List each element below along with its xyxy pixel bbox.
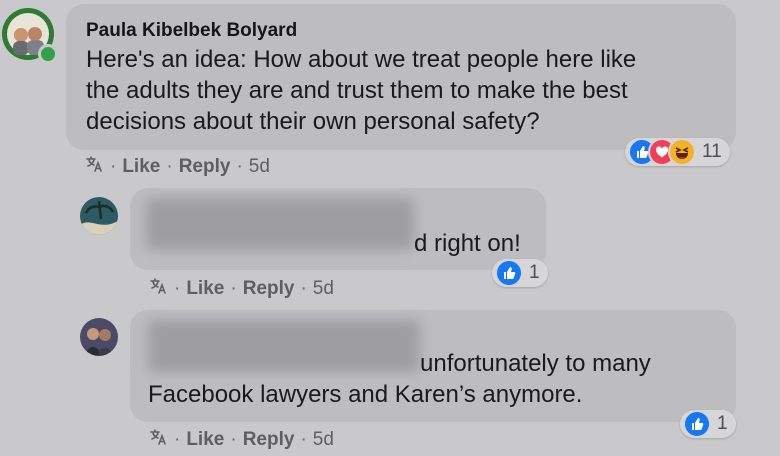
- redacted-author: [146, 198, 414, 250]
- timestamp[interactable]: 5d: [313, 278, 334, 300]
- comment-actions: · Like · Reply · 5d: [148, 276, 334, 302]
- separator: ·: [166, 156, 173, 177]
- like-button[interactable]: Like: [122, 156, 160, 178]
- like-icon: [683, 410, 711, 438]
- comment-text-line: the adults they are and trust them to ma…: [86, 77, 628, 104]
- translate-icon[interactable]: [148, 276, 168, 302]
- comment-text-line: unfortunately to many: [420, 350, 651, 377]
- separator: ·: [174, 429, 181, 450]
- reply-button[interactable]: Reply: [243, 278, 295, 300]
- comment-text-line: decisions about their own personal safet…: [86, 108, 540, 135]
- like-icon: [495, 259, 523, 287]
- reaction-count: 1: [529, 262, 540, 283]
- reaction-count: 1: [717, 413, 728, 434]
- separator: ·: [110, 156, 117, 177]
- translate-icon[interactable]: [148, 427, 168, 453]
- reactions-summary[interactable]: 1: [492, 259, 548, 287]
- reactions-summary[interactable]: 11: [625, 138, 730, 166]
- like-button[interactable]: Like: [186, 429, 224, 451]
- comment-text-line: Here's an idea: How about we treat peopl…: [86, 46, 637, 73]
- haha-icon: [668, 138, 696, 166]
- redacted-author: [148, 320, 420, 372]
- separator: ·: [230, 278, 237, 299]
- comment-author[interactable]: Paula Kibelbek Bolyard: [86, 20, 297, 42]
- avatar[interactable]: [80, 318, 118, 356]
- comment-actions: · Like · Reply · 5d: [148, 427, 334, 453]
- separator: ·: [236, 156, 243, 177]
- reaction-count: 11: [702, 141, 722, 162]
- comment-text-line: Facebook lawyers and Karen’s anymore.: [148, 381, 583, 408]
- translate-icon[interactable]: [84, 154, 104, 180]
- like-button[interactable]: Like: [186, 278, 224, 300]
- online-status-indicator: [38, 44, 58, 64]
- reactions-summary[interactable]: 1: [680, 410, 736, 438]
- comment-actions: · Like · Reply · 5d: [84, 154, 270, 180]
- reply-button[interactable]: Reply: [179, 156, 231, 178]
- separator: ·: [300, 429, 307, 450]
- reply-button[interactable]: Reply: [243, 429, 295, 451]
- timestamp[interactable]: 5d: [313, 429, 334, 451]
- separator: ·: [174, 278, 181, 299]
- comment-text-line: d right on!: [414, 230, 521, 257]
- timestamp[interactable]: 5d: [249, 156, 270, 178]
- separator: ·: [230, 429, 237, 450]
- avatar[interactable]: [80, 197, 118, 235]
- separator: ·: [300, 278, 307, 299]
